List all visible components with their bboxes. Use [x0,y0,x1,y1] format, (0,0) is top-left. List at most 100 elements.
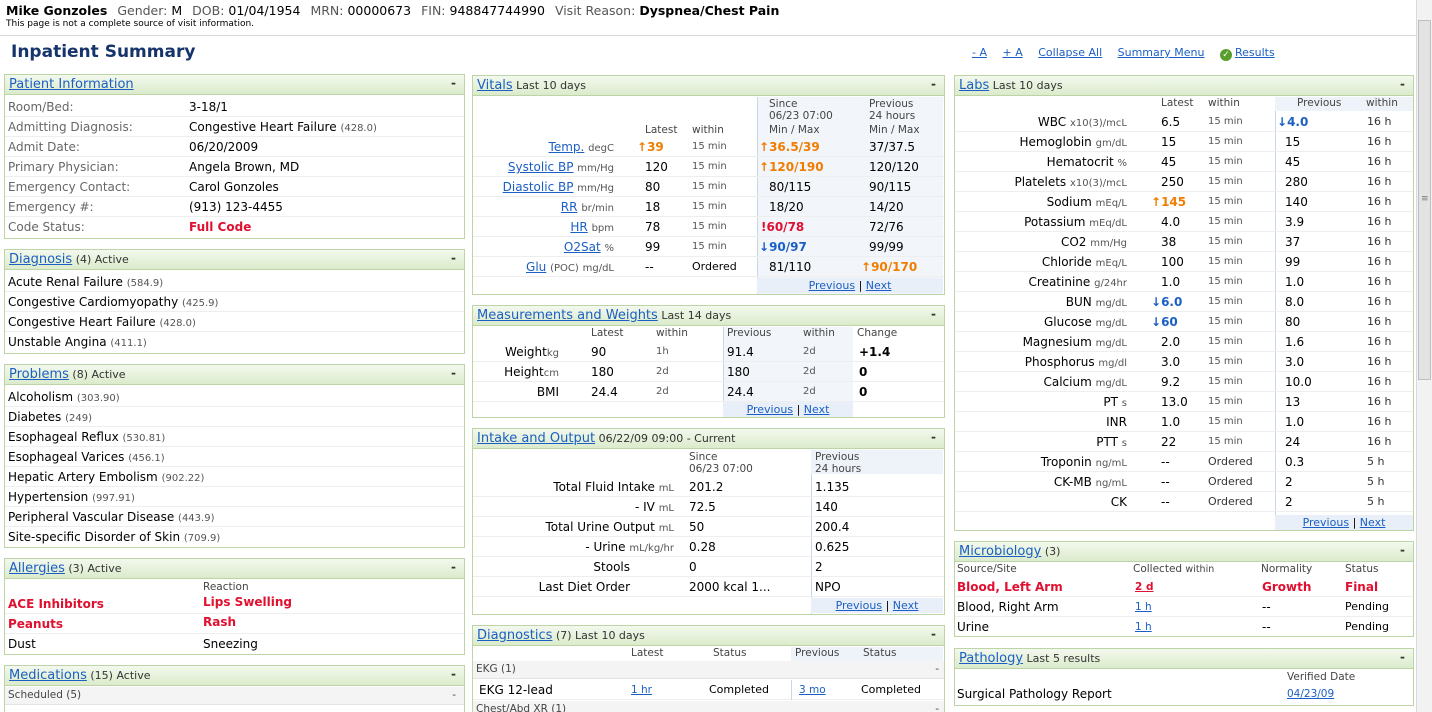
lab-within: 15 min [1208,396,1243,407]
previous-header: Previous [795,647,840,659]
minimize-button[interactable]: - [451,251,456,265]
lab-name: CK [1110,495,1127,509]
minimize-button[interactable]: - [931,77,936,91]
vital-name[interactable]: Diastolic BP mm/Hg [503,180,614,194]
micro-collected-link[interactable]: 1 h [1135,621,1152,633]
lab-within: 15 min [1208,236,1243,247]
reaction-header: Reaction [203,581,249,593]
problem-item: Site-specific Disorder of Skin (709.9) [8,530,221,544]
lab-row: Calcium mg/dL 9.2 15 min 10.0 16 h [955,372,1413,392]
vital-latest: 99 [645,240,661,254]
gender-value: M [171,3,183,18]
minimize-button[interactable]: - [1400,650,1405,664]
collapse-all-link[interactable]: Collapse All [1038,46,1102,59]
summary-menu-link[interactable]: Summary Menu [1118,46,1205,59]
labs-panel: Labs Last 10 days - Latest within Previou… [954,75,1414,531]
emergency-number-value: (913) 123-4455 [189,200,283,214]
diagnosis-count: (4) [75,253,92,266]
lab-name: CO2 mm/Hg [1060,235,1127,249]
minimize-button[interactable]: - [931,307,936,321]
vitals-title[interactable]: Vitals [477,78,513,93]
minimize-button[interactable]: - [451,667,456,681]
vertical-scrollbar[interactable]: ≡ [1416,0,1432,712]
panel-header: Measurements and Weights Last 14 days - [473,306,944,326]
lab-within: 15 min [1208,136,1243,147]
io-since: 50 [689,520,705,534]
next-link[interactable]: Next [893,599,919,612]
medications-count: (15) [90,669,113,682]
minimize-button[interactable]: - [931,627,936,641]
lab-previous-within: 5 h [1367,495,1385,508]
minimize-button[interactable]: - [451,76,456,90]
minimize-button[interactable]: - [451,366,456,380]
vital-name[interactable]: O2Sat % [564,240,614,254]
next-link[interactable]: Next [804,403,830,416]
temp-since: ↑36.5/39 [759,140,820,154]
diagnosis-title[interactable]: Diagnosis [9,252,72,267]
previous-header: Previous [815,451,860,463]
previous-link[interactable]: Previous [1303,516,1350,529]
measurement-latest: 180 [591,365,614,379]
lab-latest: -- [1161,495,1170,509]
vital-name[interactable]: Systolic BP mm/Hg [508,160,614,174]
minimize-button[interactable]: - [1400,543,1405,557]
micro-collected-link[interactable]: 1 h [1135,601,1152,613]
micro-collected-link[interactable]: 2 d [1135,581,1153,593]
lab-previous: 99 [1285,255,1301,269]
previous-link[interactable]: Previous [747,403,794,416]
decrease-font-link[interactable]: - A [972,46,987,59]
systolic-since: ↑120/190 [759,160,824,174]
results-link[interactable]: Results [1235,46,1275,59]
diagnostic-latest-link[interactable]: 1 hr [631,684,652,696]
labs-title[interactable]: Labs [959,78,989,93]
diagnosis-panel: Diagnosis (4) Active - Acute Renal Failur… [4,249,465,354]
lab-within: 15 min [1208,276,1243,287]
microbiology-title[interactable]: Microbiology [959,544,1041,559]
allergies-title[interactable]: Allergies [9,561,65,576]
lab-previous-within: 16 h [1367,235,1392,248]
vital-name[interactable]: Temp. degC [549,140,614,154]
vital-name[interactable]: Glu (POC) mg/dL [526,260,614,274]
scheduled-group[interactable]: Scheduled (5) - [5,687,464,705]
pathology-date-link[interactable]: 04/23/09 [1287,688,1334,700]
lab-previous-within: 16 h [1367,415,1392,428]
status-header: Status [863,647,897,659]
minimize-button[interactable]: - [451,560,456,574]
next-link[interactable]: Next [1360,516,1386,529]
allergies-panel: Allergies (3) Active - Reaction ACE Inhib… [4,558,465,655]
diagnostics-title[interactable]: Diagnostics [477,628,552,643]
vital-name[interactable]: RR br/min [561,200,614,214]
lab-row: CK -- Ordered 2 5 h [955,492,1413,512]
next-link[interactable]: Next [866,279,892,292]
measurement-change: 0 [859,365,868,379]
diagnostic-name: EKG 12-lead [479,683,553,697]
patient-information-title[interactable]: Patient Information [9,77,134,92]
lab-within: 15 min [1208,336,1243,347]
intake-output-title[interactable]: Intake and Output [477,431,595,446]
previous-link[interactable]: Previous [836,599,883,612]
problems-title[interactable]: Problems [9,367,69,382]
minimize-button[interactable]: - [931,430,936,444]
lab-latest: 100 [1161,255,1184,269]
ekg-group[interactable]: EKG (1) - [473,661,944,679]
medications-title[interactable]: Medications [9,668,87,683]
code-status-label: Code Status: [8,220,85,234]
diagnostic-previous-link[interactable]: 3 mo [799,684,826,696]
vitals-pager: Previous | Next [757,278,943,293]
micro-status: Final [1345,580,1379,594]
ekg-group-collapse[interactable]: - [935,663,939,675]
chest-xr-group-collapse[interactable]: - [935,703,939,712]
scheduled-collapse[interactable]: - [452,689,456,701]
pathology-title[interactable]: Pathology [959,651,1023,666]
measurements-title[interactable]: Measurements and Weights [477,308,658,323]
chest-xr-group[interactable]: Chest/Abd XR (1) - [473,701,944,712]
lab-within: 15 min [1208,196,1243,207]
lab-within: Ordered [1208,455,1253,468]
minimize-button[interactable]: - [1400,77,1405,91]
increase-font-link[interactable]: + A [1003,46,1023,59]
vital-latest: 78 [645,220,661,234]
lab-name: Hemoglobin gm/dL [1019,135,1127,149]
top-links: - A + A Collapse All Summary Menu ✓ Resul… [972,46,1275,61]
vital-name[interactable]: HR bpm [570,220,614,234]
previous-link[interactable]: Previous [809,279,856,292]
